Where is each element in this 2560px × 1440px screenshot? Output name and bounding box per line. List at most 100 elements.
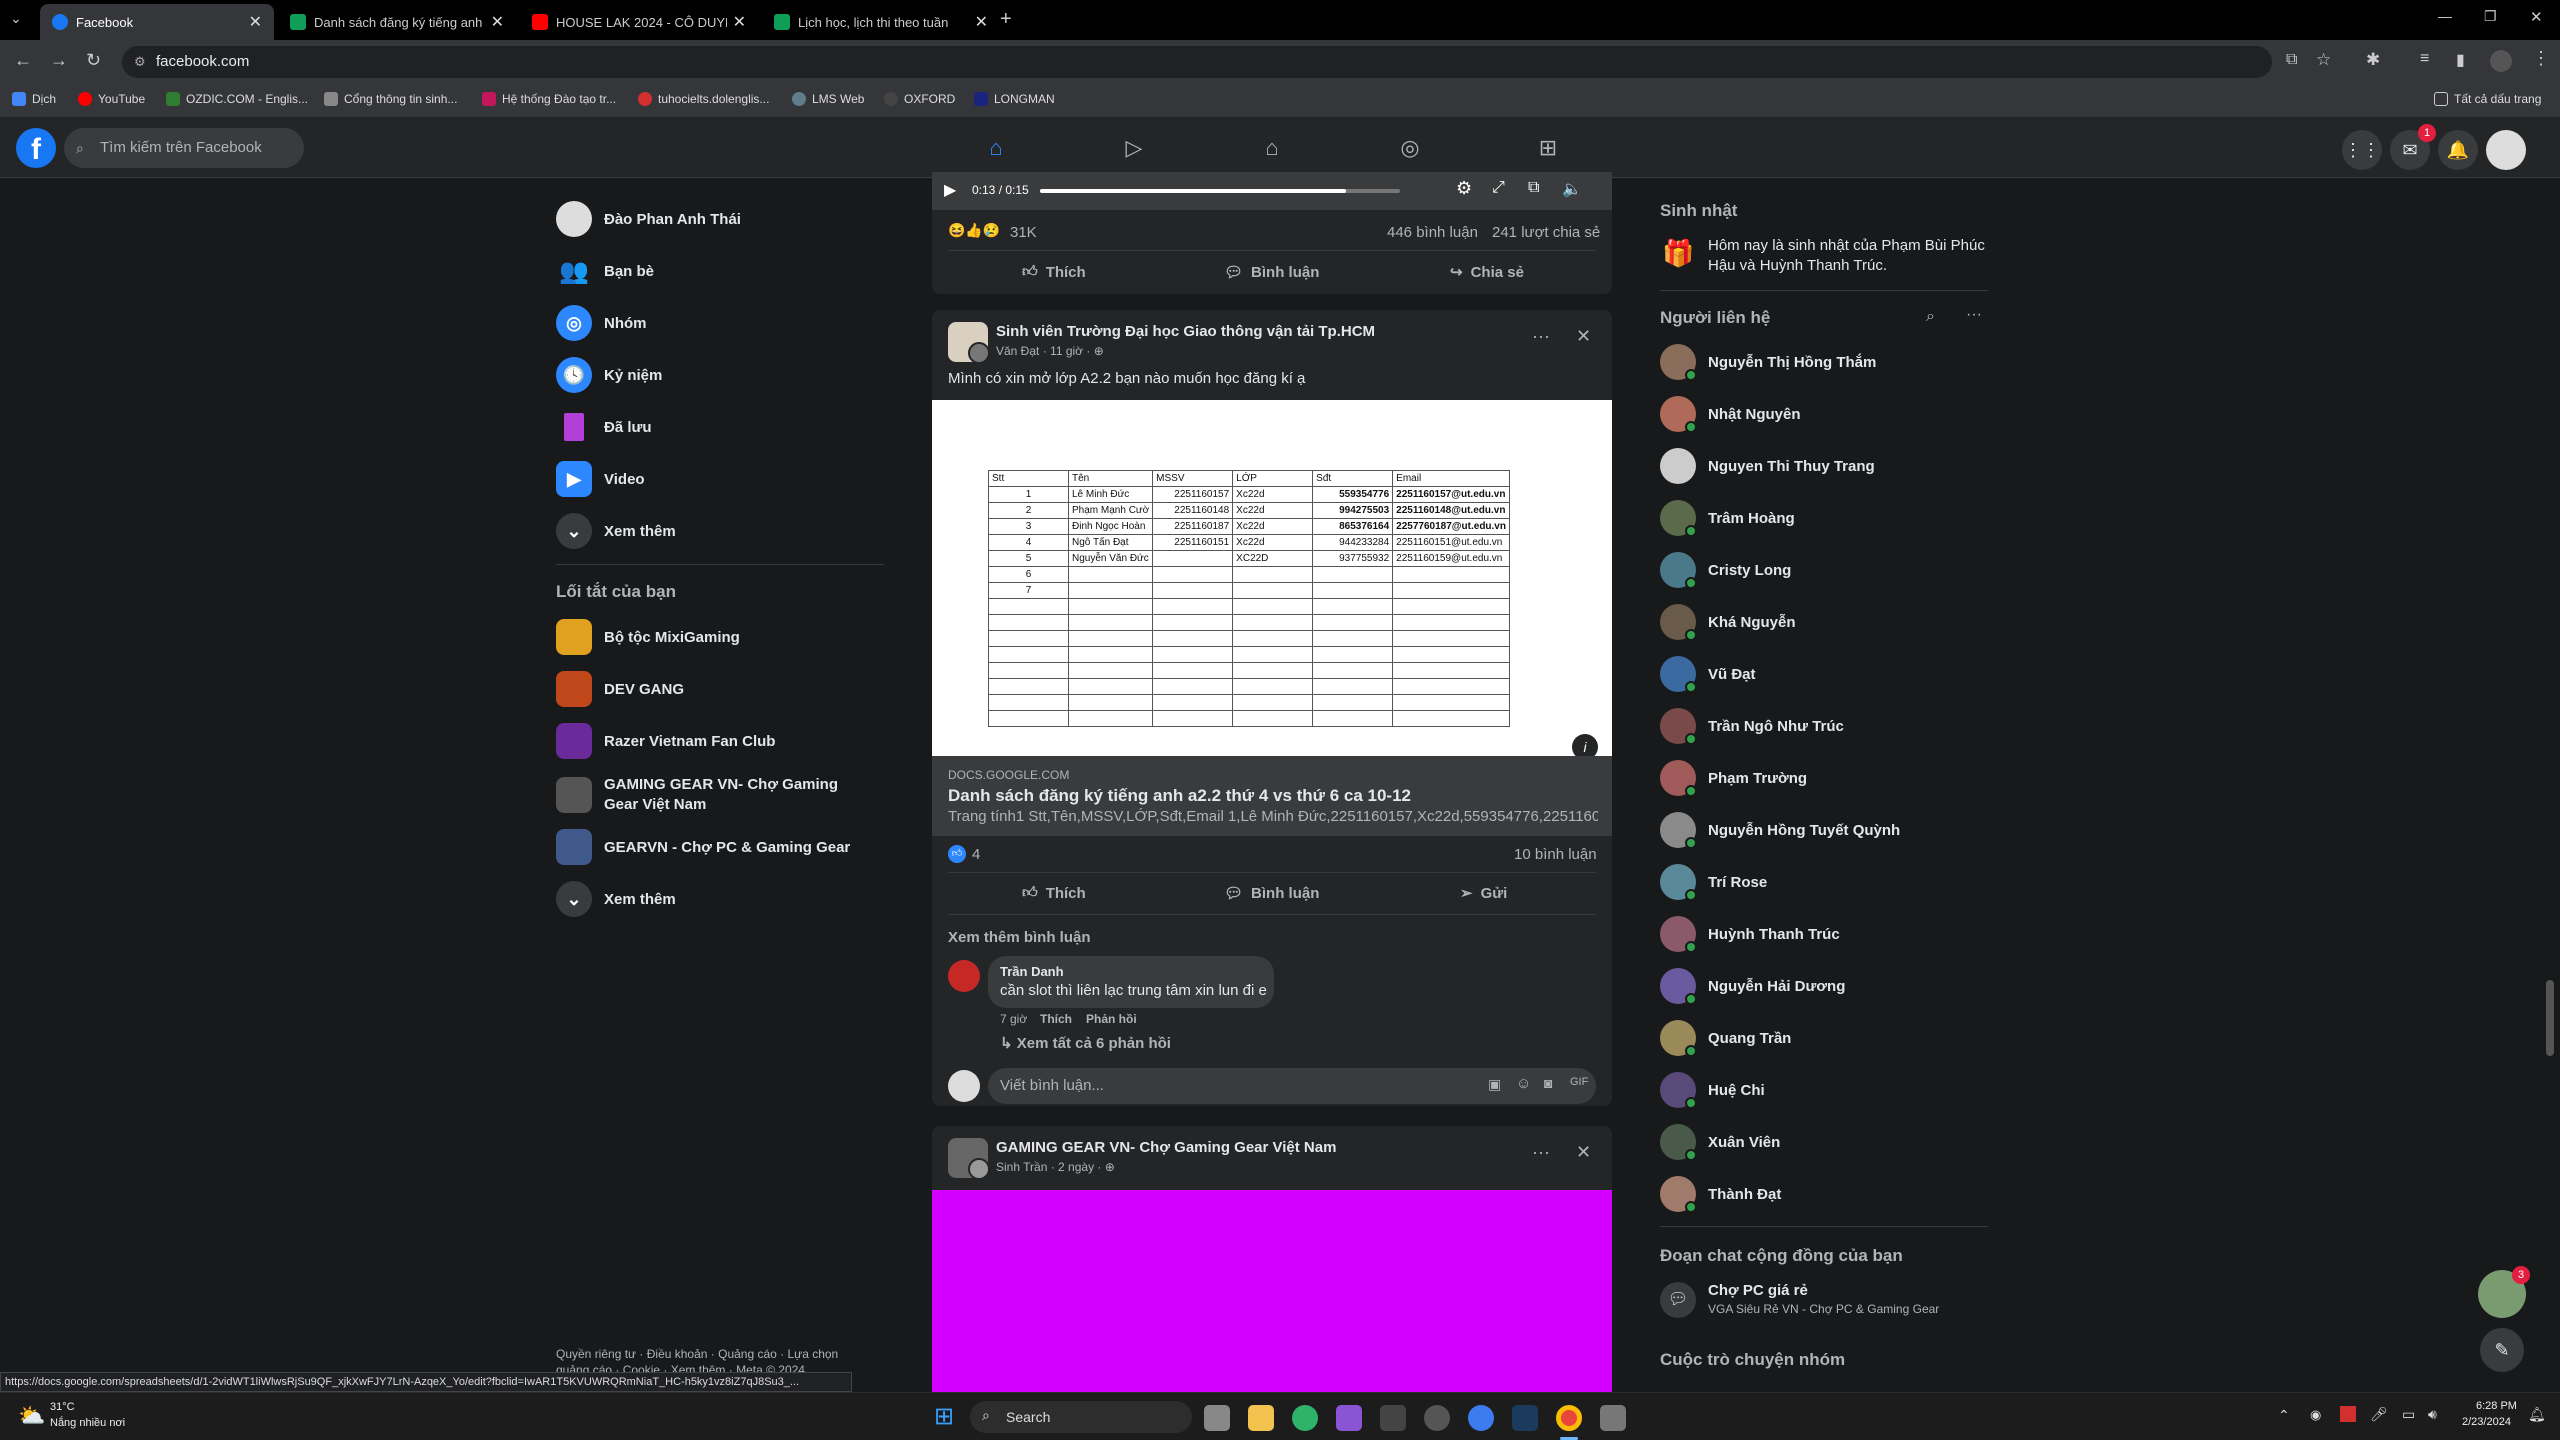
all-bookmarks[interactable]: Tất cả dấu trang — [2434, 92, 2541, 106]
reaction-count[interactable]: 31K — [1010, 224, 1037, 241]
reload-icon[interactable]: ↻ — [86, 50, 101, 71]
contact-item[interactable]: Trần Ngô Như Trúc — [1660, 704, 1844, 748]
author-avatar[interactable] — [968, 1158, 990, 1180]
network-icon[interactable]: ▭ — [2402, 1406, 2415, 1423]
info-icon[interactable]: i — [1572, 734, 1598, 756]
bookmark-ielts[interactable]: tuhocielts.dolenglis... — [638, 92, 769, 106]
close-post-icon[interactable]: ✕ — [1576, 1142, 1591, 1163]
settings-icon[interactable]: ⚙ — [1456, 178, 1472, 199]
comment-button[interactable]: 💬︎ Bình luận — [1224, 884, 1319, 903]
contact-item[interactable]: Cristy Long — [1660, 548, 1791, 592]
mic-icon[interactable]: 🎤︎ — [2370, 1406, 2388, 1423]
restore-icon[interactable]: ❐ — [2484, 8, 2497, 25]
forward-icon[interactable]: → — [50, 50, 68, 71]
comment-like[interactable]: Thích — [1040, 1012, 1072, 1026]
tab-facebook[interactable]: Facebook ✕ — [40, 4, 274, 40]
contact-item[interactable]: Nguyễn Thị Hồng Thắm — [1660, 340, 1876, 384]
commenter-avatar[interactable] — [948, 960, 980, 992]
shortcut-gaming-gear-vn[interactable]: GAMING GEAR VN- Chợ Gaming Gear Việt Nam — [556, 774, 874, 816]
view-more-comments[interactable]: Xem thêm bình luận — [948, 929, 1091, 946]
comment-input[interactable]: Viết bình luận... ▣ ☺ ◙ GIF — [988, 1068, 1596, 1104]
share-button[interactable]: ↪ Chia sẻ — [1450, 263, 1524, 282]
bookmark-oxford[interactable]: OXFORD — [884, 92, 955, 106]
comment-button[interactable]: 💬︎ Bình luận — [1224, 263, 1319, 282]
community-chat-item[interactable]: 💬︎ Chợ PC giá rẻ VGA Siêu Rẻ VN - Chợ PC… — [1660, 1278, 1990, 1322]
contact-item[interactable]: Nhật Nguyên — [1660, 392, 1801, 436]
comment-time[interactable]: 7 giờ — [1000, 1012, 1027, 1026]
shortcut-razer[interactable]: Razer Vietnam Fan Club — [556, 721, 775, 761]
post-options-icon[interactable]: ··· — [1532, 1142, 1550, 1163]
app-icon[interactable] — [1424, 1405, 1450, 1431]
chrome-icon[interactable] — [1556, 1405, 1582, 1431]
fullscreen-icon[interactable]: ⤢ — [1492, 179, 1505, 197]
volume-icon[interactable]: 🔈 — [1562, 179, 1582, 199]
contact-item[interactable]: Khá Nguyễn — [1660, 600, 1796, 644]
url-field[interactable]: ⚙ facebook.com — [122, 46, 2272, 78]
contact-item[interactable]: Nguyễn Hồng Tuyết Quỳnh — [1660, 808, 1900, 852]
close-tab-icon[interactable]: ✕ — [975, 12, 988, 32]
taskbar-search[interactable]: ⌕ Search — [970, 1401, 1192, 1433]
close-tab-icon[interactable]: ✕ — [491, 12, 504, 32]
menu-grid-icon[interactable]: ⋮⋮ — [2342, 130, 2382, 170]
contact-item[interactable]: Quang Trần — [1660, 1016, 1791, 1060]
footer-links[interactable]: Quyền riêng tư · Điều khoản · Quảng cáo … — [556, 1346, 866, 1372]
media-icon[interactable]: ≡ — [2420, 50, 2429, 68]
shortcut-see-more[interactable]: ⌄ Xem thêm — [556, 879, 676, 919]
link-preview[interactable]: DOCS.GOOGLE.COM Danh sách đăng ký tiếng … — [932, 756, 1612, 836]
app-icon[interactable] — [1380, 1405, 1406, 1431]
weather-desc[interactable]: Nắng nhiều nơi — [50, 1417, 125, 1429]
sidebar-item-video[interactable]: ▶ Video — [556, 459, 645, 499]
close-tab-icon[interactable]: ✕ — [733, 12, 746, 32]
new-tab-icon[interactable]: + — [1000, 8, 1012, 31]
messenger-app-icon[interactable] — [1468, 1405, 1494, 1431]
tab-list-icon[interactable]: ⌄ — [10, 10, 22, 27]
close-window-icon[interactable]: ✕ — [2530, 8, 2543, 26]
contact-item[interactable]: Huệ Chi — [1660, 1068, 1765, 1112]
watch-icon[interactable]: ▷ — [1118, 132, 1150, 164]
tray-icon[interactable] — [2340, 1406, 2356, 1422]
reaction-icons[interactable]: 😆👍😢 — [948, 222, 1000, 239]
video-progress-bar[interactable] — [1040, 189, 1400, 193]
sticker-icon[interactable]: ▣ — [1488, 1076, 1501, 1093]
clock-time[interactable]: 6:28 PM — [2476, 1400, 2517, 1412]
install-icon[interactable]: ⧉ — [2286, 51, 2297, 69]
facebook-logo-icon[interactable]: f — [16, 128, 56, 168]
contact-item[interactable]: Huỳnh Thanh Trúc — [1660, 912, 1840, 956]
new-message-icon[interactable]: ✎ — [2480, 1328, 2524, 1372]
post-options-icon[interactable]: ··· — [1532, 326, 1550, 347]
contact-item[interactable]: Vũ Đạt — [1660, 652, 1756, 696]
site-info-icon[interactable]: ⚙ — [134, 46, 146, 78]
marketplace-icon[interactable]: ⌂ — [1256, 132, 1288, 164]
author-name[interactable]: Sinh Trần — [996, 1160, 1047, 1174]
steam-icon[interactable] — [1512, 1405, 1538, 1431]
task-view-icon[interactable] — [1204, 1405, 1230, 1431]
contact-item[interactable]: Nguyen Thi Thuy Trang — [1660, 444, 1875, 488]
groups-icon[interactable]: ◎ — [1394, 132, 1426, 164]
view-replies[interactable]: ↳ Xem tất cả 6 phản hồi — [1000, 1034, 1171, 1052]
sheet-preview-image[interactable]: Stt Tên MSSV LỚP Sđt Email 1 Lê Minh Đức 2… — [932, 400, 1612, 756]
clock-date[interactable]: 2/23/2024 — [2462, 1416, 2511, 1428]
app-icon[interactable] — [1600, 1405, 1626, 1431]
visual-studio-icon[interactable] — [1336, 1405, 1362, 1431]
author-avatar[interactable] — [968, 342, 990, 364]
bookmark-training[interactable]: Hệ thống Đào tạo tr... — [482, 92, 616, 106]
gaming-icon[interactable]: ⊞ — [1532, 132, 1564, 164]
comment-author[interactable]: Trần Danh — [1000, 964, 1064, 979]
back-icon[interactable]: ← — [14, 50, 32, 71]
like-reaction-icon[interactable]: 👍︎ — [948, 845, 966, 863]
shortcut-devgang[interactable]: DEV GANG — [556, 669, 684, 709]
contact-item[interactable]: Xuân Viên — [1660, 1120, 1780, 1164]
sidebar-item-friends[interactable]: 👥 Bạn bè — [556, 251, 654, 291]
camera-icon[interactable]: ◙ — [1544, 1075, 1552, 1091]
bookmark-longman[interactable]: LONGMAN — [974, 92, 1055, 106]
tab-youtube[interactable]: HOUSE LAK 2024 - CÔ DUYÊN... ✕ — [520, 4, 758, 40]
weather-temp[interactable]: 31°C — [50, 1401, 75, 1413]
comment-count[interactable]: 446 bình luận — [1387, 224, 1478, 241]
share-count[interactable]: 241 lượt chia sẻ — [1492, 224, 1600, 241]
tab-schedule[interactable]: Lịch học, lịch thi theo tuần ✕ — [762, 4, 1000, 40]
like-button[interactable]: 👍︎ Thích — [1022, 263, 1086, 281]
post-time[interactable]: 2 ngày — [1058, 1160, 1094, 1174]
start-icon[interactable]: ⊞ — [934, 1405, 954, 1429]
bookmark-star-icon[interactable]: ☆ — [2316, 50, 2331, 70]
sidebar-item-see-more[interactable]: ⌄ Xem thêm — [556, 511, 676, 551]
